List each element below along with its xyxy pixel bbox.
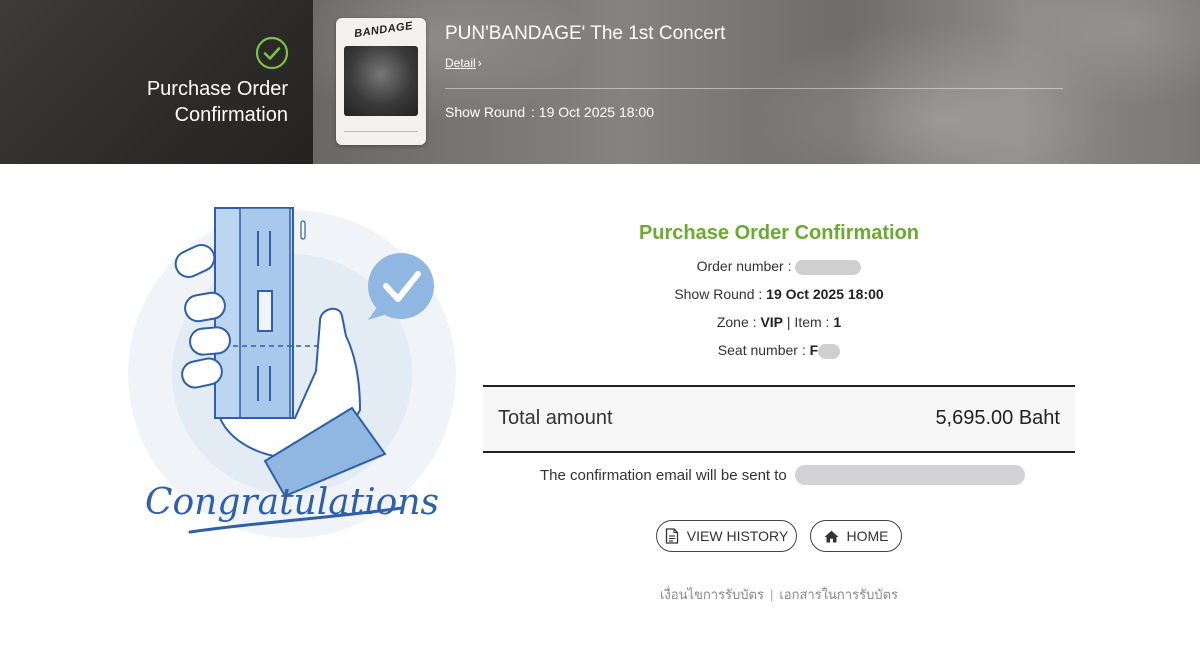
view-history-label: VIEW HISTORY [686, 528, 789, 544]
ticket-documents-link[interactable]: เอกสารในการรับบัตร [779, 588, 898, 603]
order-number-row: Order number : [483, 252, 1075, 280]
show-round-label: Show Round : [674, 286, 763, 302]
view-history-button[interactable]: VIEW HISTORY [656, 520, 797, 552]
home-button[interactable]: HOME [810, 520, 902, 552]
header-show-round: Show Round : 19 Oct 2025 18:00 [445, 104, 654, 120]
order-title: Purchase Order Confirmation [638, 222, 920, 244]
footer-separator: | [769, 587, 774, 602]
total-value: 5,695.00 Baht [935, 407, 1060, 429]
item-value: 1 [833, 314, 842, 330]
email-address-redacted [795, 465, 1025, 485]
footer-links: เงื่อนไขการรับบัตร | เอกสารในการรับบัตร [483, 584, 1075, 605]
order-summary-panel: Purchase Order Confirmation Order number… [483, 222, 1075, 603]
item-label: | Item : [786, 314, 830, 330]
zone-value: VIP [760, 314, 784, 330]
seat-label: Seat number : [717, 342, 806, 358]
chevron-right-icon: › [477, 56, 482, 70]
seat-value-prefix: F [809, 342, 819, 358]
show-round-value: 19 Oct 2025 18:00 [766, 286, 884, 302]
event-title: PUN'BANDAGE' The 1st Concert [445, 23, 726, 44]
congratulations-caption: Congratulations [145, 482, 439, 523]
header-show-round-value: : 19 Oct 2025 18:00 [531, 104, 654, 120]
poster-footer [344, 131, 418, 137]
confirmation-email-text: The confirmation email will be sent to [540, 467, 787, 484]
header-banner: Purchase Order Confirmation BANDAGE PUN'… [0, 0, 1200, 164]
total-label: Total amount [498, 407, 613, 429]
page-title-line1: Purchase Order [146, 78, 288, 100]
ticket-conditions-link[interactable]: เงื่อนไขการรับบัตร [660, 588, 764, 603]
poster-photo [344, 46, 418, 116]
header-show-round-label: Show Round [445, 104, 526, 120]
event-poster[interactable]: BANDAGE [336, 18, 426, 145]
page-title-line2: Confirmation [174, 104, 288, 126]
check-circle-icon [255, 36, 289, 70]
zone-item-row: Zone : VIP | Item : 1 [483, 308, 1075, 336]
zone-label: Zone : [716, 314, 757, 330]
seat-row: Seat number : F [483, 336, 1075, 364]
show-round-row: Show Round : 19 Oct 2025 18:00 [483, 280, 1075, 308]
detail-link-label: Detail [445, 56, 476, 70]
page-title: Purchase Order Confirmation [28, 76, 288, 128]
document-icon [665, 528, 678, 544]
home-label: HOME [846, 528, 889, 544]
total-amount-box: Total amount 5,695.00 Baht [483, 385, 1075, 453]
seat-number-redacted [818, 343, 841, 359]
poster-logo: BANDAGE [353, 19, 414, 41]
home-icon [824, 530, 838, 542]
header-divider [445, 88, 1063, 89]
congratulations-illustration: Congratulations [128, 207, 456, 538]
detail-link[interactable]: Detail › [445, 56, 482, 70]
order-number-redacted [795, 259, 862, 275]
order-number-label: Order number : [696, 258, 792, 274]
